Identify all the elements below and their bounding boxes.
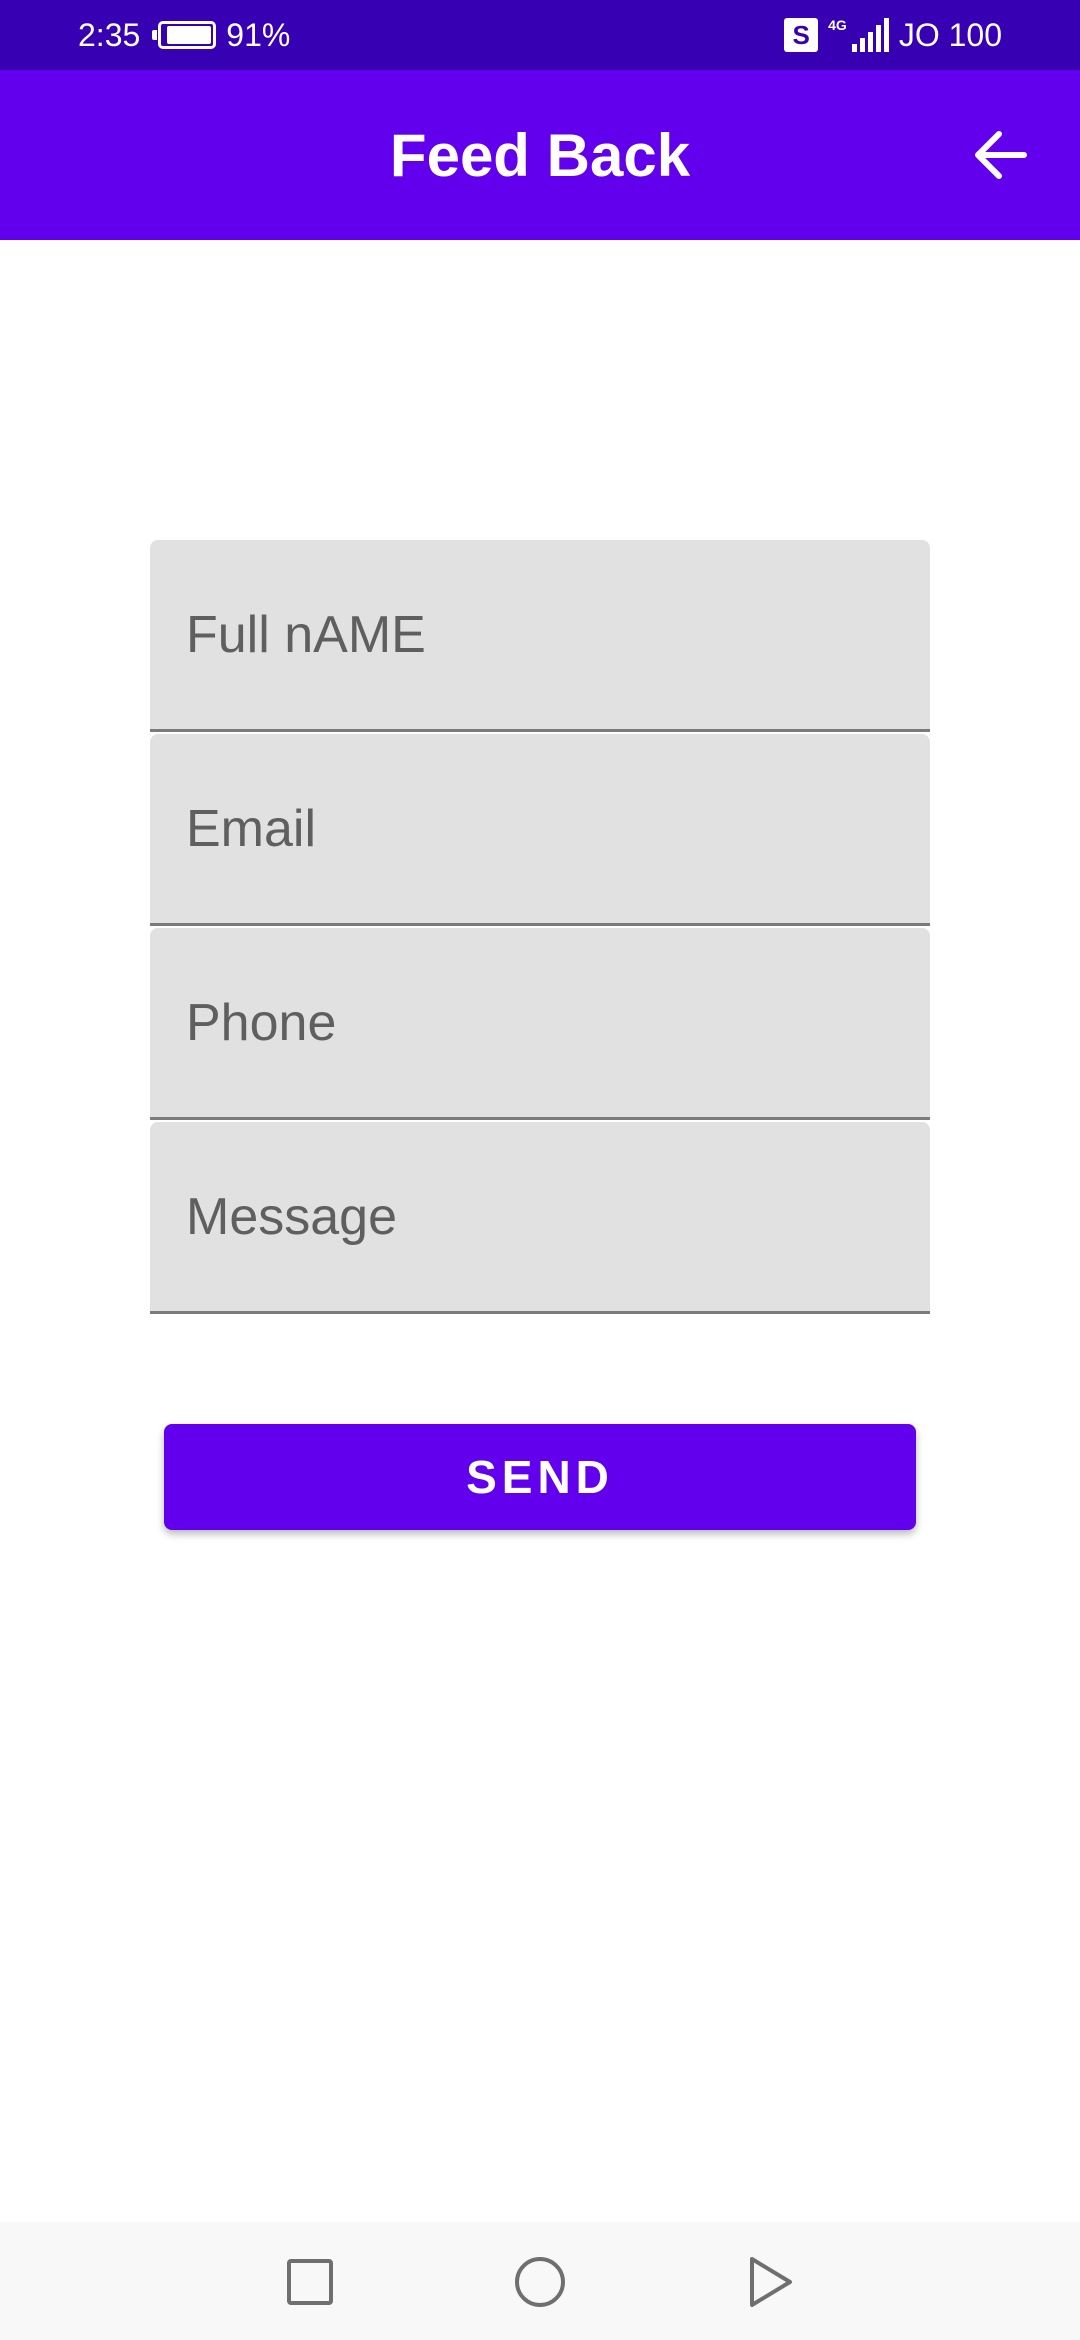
status-bar: 2:35 91% S 4G JO 100 [0, 0, 1080, 70]
message-field-container [150, 1122, 930, 1314]
nav-back-button[interactable] [730, 2242, 810, 2322]
battery-nub [152, 30, 158, 40]
full-name-field-container [150, 540, 930, 732]
signal-bar [883, 18, 889, 52]
triangle-back-icon [750, 2257, 792, 2307]
feedback-screen: 2:35 91% S 4G JO 100 Feed Back Full nAME… [0, 0, 1080, 2340]
circle-icon [515, 2257, 565, 2307]
phone-field-container [150, 928, 930, 1120]
network-type: 4G [828, 17, 847, 33]
email-input[interactable] [150, 734, 930, 923]
sim-badge-icon: S [784, 18, 819, 52]
message-input[interactable] [150, 1122, 930, 1311]
recents-button[interactable] [270, 2242, 350, 2322]
battery-percent: 91% [226, 16, 291, 53]
battery-icon [152, 21, 217, 49]
arrow-left-icon [975, 131, 1027, 179]
home-button[interactable] [500, 2242, 580, 2322]
send-button[interactable]: SEND [164, 1424, 916, 1530]
signal-bar [859, 38, 865, 52]
signal-bar [867, 32, 873, 52]
email-field-container [150, 734, 930, 926]
signal-bar [851, 44, 857, 52]
full-name-input[interactable] [150, 540, 930, 729]
carrier-name: JO 100 [898, 16, 1002, 53]
battery-fill [167, 26, 212, 44]
signal-icon: 4G [828, 18, 889, 52]
page-title: Feed Back [389, 121, 691, 189]
back-button[interactable] [960, 115, 1040, 195]
status-time: 2:35 [78, 16, 141, 53]
navigation-bar [0, 2222, 1080, 2340]
status-left: 2:35 91% [78, 0, 290, 70]
status-right: S 4G JO 100 [784, 0, 1002, 70]
app-bar: Feed Back [0, 70, 1080, 240]
phone-input[interactable] [150, 928, 930, 1117]
signal-bar [875, 25, 881, 52]
feedback-form [150, 540, 930, 1316]
square-icon [287, 2259, 333, 2305]
